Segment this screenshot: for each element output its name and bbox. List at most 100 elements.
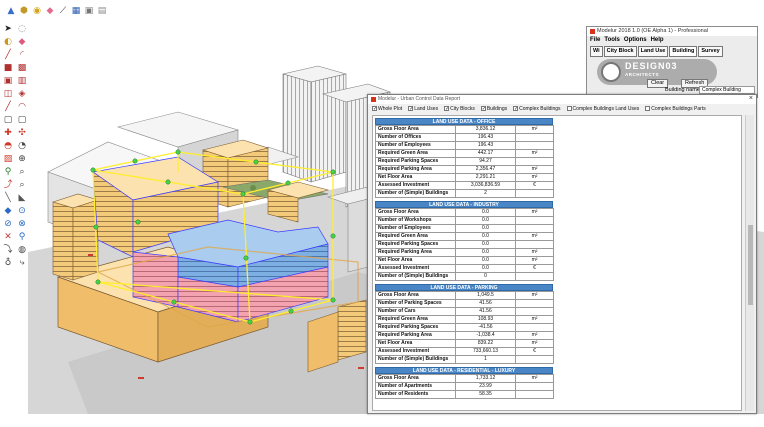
filter-checkbox[interactable]: ✓ City Blocks: [444, 106, 475, 112]
tab-building[interactable]: Building: [669, 46, 698, 57]
tape-measure-icon[interactable]: ⟋: [58, 6, 68, 16]
rectangle-icon[interactable]: ■: [2, 63, 14, 74]
report-scrollbar[interactable]: [745, 115, 754, 411]
paint-bucket-icon[interactable]: ◉: [32, 6, 42, 16]
row-value: 196.43: [455, 133, 516, 142]
scrollbar-thumb[interactable]: [748, 225, 753, 305]
filter-checkbox[interactable]: Complex Buildings Land Uses: [566, 106, 639, 112]
offset-icon[interactable]: ▥: [16, 76, 28, 87]
zoom-icon[interactable]: ▢: [16, 115, 28, 126]
menu-tools[interactable]: Tools: [604, 36, 620, 45]
paint-sample-icon[interactable]: ╲: [2, 193, 14, 204]
checkbox-checked-icon[interactable]: ✓: [372, 106, 377, 112]
row-unit: [515, 307, 554, 316]
row-unit: [515, 224, 554, 233]
data-panel-close-icon[interactable]: ×: [749, 95, 753, 102]
arc-icon[interactable]: ◜: [16, 50, 28, 61]
row-value: 58.35: [455, 390, 516, 399]
checkbox-checked-icon[interactable]: ✓: [408, 106, 413, 112]
shape-icon[interactable]: ▩: [16, 63, 28, 74]
menu-help[interactable]: Help: [651, 36, 664, 45]
checkbox-checked-icon[interactable]: ✓: [480, 106, 486, 112]
row-value: 3,036,836.59: [455, 181, 516, 190]
report-content[interactable]: LAND USE DATA - OFFICE Gross Floor Area 3,…: [372, 115, 742, 411]
section-plane-icon[interactable]: ◔: [16, 141, 28, 152]
tab-city-block[interactable]: City Block: [603, 46, 637, 57]
dimension-icon[interactable]: ⊕: [16, 154, 28, 165]
tool-icon-36[interactable]: ◍: [16, 245, 28, 256]
filter-checkbox-label: Whole Plot: [378, 105, 403, 112]
row-unit: [515, 323, 554, 332]
section-header: LAND USE DATA - OFFICE: [375, 118, 553, 125]
logo-text: DESIGN03: [625, 61, 678, 71]
filter-checkbox[interactable]: Complex Buildings Parts: [645, 106, 706, 112]
tab-wi[interactable]: Wi: [590, 46, 603, 57]
filter-checkbox[interactable]: ✓ Whole Plot: [372, 106, 402, 112]
row-unit: m²: [515, 125, 554, 134]
filter-checkbox[interactable]: ✓ Land Uses: [408, 106, 438, 112]
paint-icon[interactable]: ◐: [2, 37, 14, 48]
look-around-icon[interactable]: ✣: [16, 128, 28, 139]
filter-checkbox-label: Buildings: [486, 105, 508, 112]
select-arrow-icon[interactable]: ➤: [2, 24, 14, 35]
orbit-icon[interactable]: ◠: [16, 102, 28, 113]
tape-icon[interactable]: ⤴: [2, 180, 14, 191]
pan-icon[interactable]: ▢: [2, 115, 14, 126]
axes-icon[interactable]: ⌕: [16, 167, 28, 178]
component-icon[interactable]: ⬢: [19, 6, 29, 16]
checkbox-unchecked-icon[interactable]: [645, 106, 651, 111]
section-table: Gross Floor Area 1,049.5 m² Number of Parki…: [375, 291, 554, 364]
walk-icon[interactable]: ✚: [2, 128, 14, 139]
tool-icon-38[interactable]: ⤷: [16, 258, 28, 269]
eraser-icon[interactable]: ◆: [45, 6, 55, 16]
checkbox-checked-icon[interactable]: ✓: [513, 106, 518, 112]
eraser-alt-icon[interactable]: ◣: [16, 193, 28, 204]
building-name-field[interactable]: Complex Building: [699, 86, 755, 94]
protractor-icon[interactable]: ⚲: [2, 167, 14, 178]
select-icon[interactable]: ▲: [6, 6, 16, 16]
section-icon[interactable]: ▦: [71, 6, 81, 16]
3d-text-icon[interactable]: ⌕: [16, 180, 28, 191]
pencil-line-icon[interactable]: ╱: [2, 50, 14, 61]
table-row: Assessed Investment 0.0 €: [375, 264, 554, 273]
rotate-icon[interactable]: ◌: [16, 24, 28, 35]
section-table: Gross Floor Area 1,733.12 m² Number of Apar…: [375, 374, 554, 399]
report-section: LAND USE DATA - OFFICE Gross Floor Area 3,…: [375, 118, 554, 198]
section-header: LAND USE DATA - INDUSTRY: [375, 201, 553, 208]
checkbox-checked-icon[interactable]: ✓: [444, 106, 449, 112]
tab-survey[interactable]: Survey: [698, 46, 723, 57]
scale-icon[interactable]: ╱: [2, 102, 14, 113]
warehouse-icon[interactable]: ▣: [84, 6, 94, 16]
tool-icon-35[interactable]: ⤵: [2, 245, 14, 256]
push-pull-icon[interactable]: ▣: [2, 76, 14, 87]
top-toolbar: ▲ ⬢ ◉ ◆ ⟋ ▦ ▣ ▤: [0, 0, 764, 22]
row-label: Gross Floor Area: [375, 208, 456, 217]
filter-checkbox[interactable]: ✓ Buildings: [480, 105, 508, 112]
follow-me-icon[interactable]: ◈: [16, 89, 28, 100]
position-camera-icon[interactable]: ◓: [2, 141, 14, 152]
row-value: 2,291.21: [455, 173, 516, 182]
menu-file[interactable]: File: [590, 36, 600, 45]
row-value: 0.0: [455, 232, 516, 241]
tool-icon-31[interactable]: ⊘: [2, 219, 14, 230]
table-row: Number of Parking Spaces 41.56: [375, 299, 554, 308]
tool-icon-29[interactable]: ◆: [2, 206, 14, 217]
plugin-window-title: Modelur 2018 1.0 (OE Alpha 1) - Professi…: [587, 27, 757, 36]
tool-icon-30[interactable]: ⊙: [16, 206, 28, 217]
row-label: Gross Floor Area: [375, 125, 456, 134]
text-icon[interactable]: ▨: [2, 154, 14, 165]
table-row: Required Green Area 442.17 m²: [375, 149, 554, 158]
row-label: Net Floor Area: [375, 339, 456, 348]
table-row: Number of (Simple) Buildings 0: [375, 272, 554, 281]
filter-checkbox[interactable]: ✓ Complex Buildings: [513, 106, 561, 112]
tool-icon-33[interactable]: ✕: [2, 232, 14, 243]
eraser-icon-2[interactable]: ◆: [16, 37, 28, 48]
tool-icon-32[interactable]: ⊗: [16, 219, 28, 230]
tab-land-use[interactable]: Land Use: [637, 46, 669, 57]
tool-icon-37[interactable]: ♁: [2, 258, 14, 269]
move-icon[interactable]: ◫: [2, 89, 14, 100]
tool-icon-34[interactable]: ⚲: [16, 232, 28, 243]
menu-options[interactable]: Options: [624, 36, 647, 45]
checkbox-unchecked-icon[interactable]: [566, 106, 572, 111]
extension-icon[interactable]: ▤: [97, 6, 107, 16]
